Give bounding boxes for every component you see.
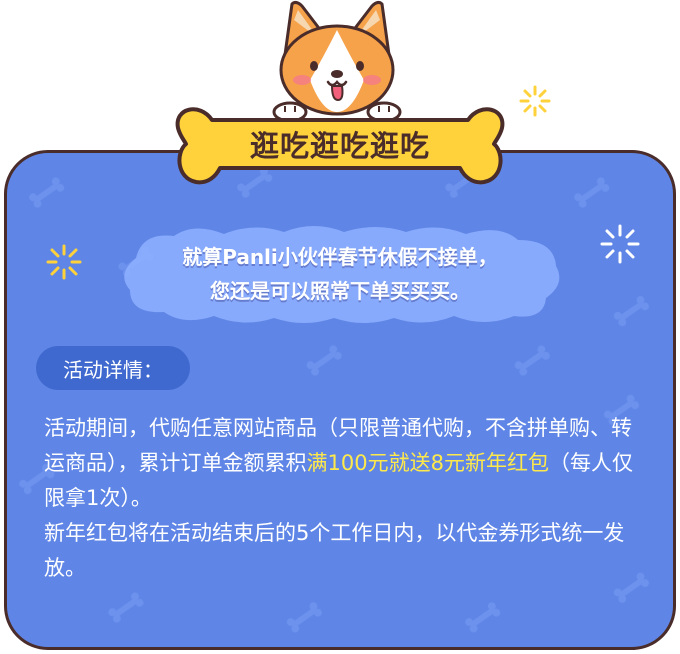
activity-details: 活动期间，代购任意网站商品（只限普通代购，不含拼单购、转运商品），累计订单金额累… <box>44 411 648 586</box>
notice-line-1: 就算Panli小伙伴春节休假不接单， <box>182 245 498 269</box>
sparkle-icon <box>519 85 551 117</box>
section-label: 活动详情： <box>36 346 190 390</box>
notice-line-2: 您还是可以照常下单买买买。 <box>210 279 470 303</box>
sparkle-icon <box>114 88 154 128</box>
notice-text: 就算Panli小伙伴春节休假不接单， 您还是可以照常下单买买买。 <box>114 222 566 326</box>
details-paragraph-1: 活动期间，代购任意网站商品（只限普通代购，不含拼单购、转运商品），累计订单金额累… <box>44 411 648 516</box>
reward-highlight: 满100元就送8元新年红包 <box>306 451 549 475</box>
sparkle-icon <box>46 244 82 280</box>
details-paragraph-2: 新年红包将在活动结束后的5个工作日内，以代金券形式统一发放。 <box>44 521 625 580</box>
sparkle-icon <box>600 224 640 264</box>
banner-title: 逛吃逛吃逛吃 <box>249 129 430 163</box>
